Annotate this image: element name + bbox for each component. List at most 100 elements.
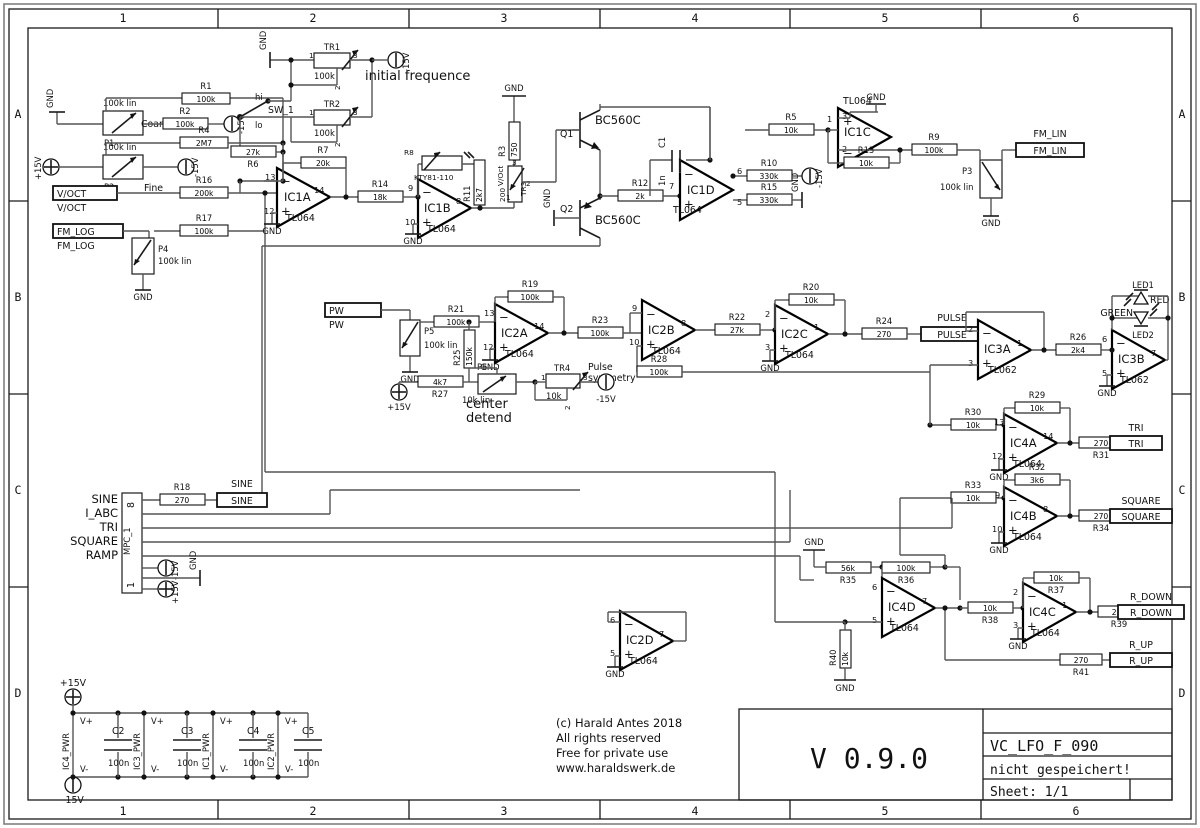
R13-value: 10k — [859, 159, 874, 168]
potentiometer-P4[interactable]: P4 100k lin GND — [131, 237, 191, 302]
IC3PWR-ref: IC3_PWR — [132, 733, 142, 770]
R31-ref: R31 — [1093, 450, 1109, 460]
col-top-4: 4 — [692, 11, 699, 25]
gnd-label-R3: GND — [504, 83, 523, 93]
IC1A-pin14: 14 — [314, 185, 324, 195]
MPC1-pin8: 8 — [126, 502, 137, 508]
conn-pin-IABC: I_ABC — [85, 506, 118, 520]
trimmer-TR4[interactable]: TR4 10k 1 3 2 Pulse symmetry — [534, 362, 636, 410]
IC4C-pin1: 1 — [1062, 600, 1067, 610]
opamp-IC4B: IC4B TL064 − + 9 10 8 GND — [989, 485, 1060, 555]
potentiometer-P5[interactable]: P5 100k lin GND — [399, 319, 457, 384]
port-RUP[interactable]: R_UP R_UP — [1109, 640, 1173, 668]
R37-ref: R37 — [1048, 585, 1064, 595]
port-RDOWN[interactable]: R_DOWN R_DOWN — [1117, 592, 1185, 620]
trimmer-TR1[interactable]: TR1 100k 1 3 2 — [291, 42, 372, 90]
port-SQUARE[interactable]: SQUARE SQUARE — [1109, 496, 1173, 524]
trimmer-TR2[interactable]: TR2 100k 1 3 2 — [290, 99, 372, 147]
potentiometer-P3[interactable]: P3 100k lin GND — [940, 149, 1016, 228]
gnd-label-Q2: GND — [542, 189, 552, 208]
IC1B-pin8: 8 — [456, 196, 461, 206]
LED2-color: GREEN — [1100, 308, 1133, 319]
gnd-P1: GND — [45, 89, 103, 125]
col-bot-3: 3 — [501, 804, 508, 818]
R14-value: 18k — [373, 193, 388, 202]
P3-value: 100k lin — [940, 182, 973, 192]
IC1B-pos: + — [422, 215, 432, 229]
port-PULSE[interactable]: PULSE PULSE — [920, 313, 984, 342]
gnd-label-R15: GND — [790, 173, 800, 192]
IC2C-pos: + — [779, 341, 789, 355]
port-TRI[interactable]: TRI TRI — [1109, 423, 1163, 451]
row-right-C: C — [1179, 483, 1186, 497]
resistor-R2: 100k R2 — [162, 106, 224, 130]
TR4-pin1: 1 — [541, 373, 546, 382]
conn-pin-RAMP: RAMP — [86, 548, 118, 562]
resistor-R6: 27k R6 — [230, 145, 283, 169]
gnd-label-P1: GND — [45, 89, 55, 108]
connector-MPC1[interactable]: 8 1 MPC_1 SINE I_ABC TRI SQUARE RAMP -15… — [70, 489, 952, 604]
center-label-2: detend — [466, 411, 512, 426]
copyright-line-2: All rights reserved — [556, 731, 661, 745]
IC4D-pin7: 7 — [922, 596, 927, 606]
IC3PWR-vminus: V- — [151, 764, 159, 774]
opamp-IC2D: IC2D TL064 − + 6 5 7 GND — [605, 609, 687, 679]
resistor-R9: 100k R9 — [911, 132, 980, 156]
IC3B-ref: IC3B — [1118, 352, 1145, 366]
TR1-value: 100k — [314, 71, 335, 81]
P4-value: 100k lin — [158, 256, 191, 266]
IC1A-pos: + — [281, 204, 291, 218]
R15-value: 330k — [760, 196, 779, 205]
IC1B-ref: IC1B — [424, 201, 451, 215]
C1-ref: C1 — [657, 137, 667, 148]
IC4C-pin2: 2 — [1013, 587, 1018, 597]
row-right-B: B — [1179, 290, 1186, 304]
R6-value: 27k — [246, 148, 261, 157]
R17-ref: R17 — [196, 213, 212, 223]
R1-value: 100k — [197, 95, 216, 104]
IC4B-pin9: 9 — [995, 490, 1000, 500]
row-left-C: C — [15, 483, 22, 497]
conn-pin-SINE: SINE — [91, 492, 118, 506]
col-top-2: 2 — [310, 11, 317, 25]
C5-ref: C5 — [302, 726, 315, 737]
IC2D-pin7: 7 — [659, 629, 664, 639]
C3-value: 100n — [177, 758, 198, 768]
IC4D-pin5: 5 — [872, 615, 877, 625]
IC4A-ref: IC4A — [1010, 436, 1037, 450]
P3-ref: P3 — [962, 166, 972, 176]
R23-value: 100k — [591, 329, 610, 338]
IC4PWR-vplus: V+ — [80, 716, 93, 726]
IC4A-pin14: 14 — [1043, 431, 1053, 441]
TR1-ref: TR1 — [323, 42, 340, 52]
R7-ref: R7 — [317, 145, 328, 155]
gnd-label-TR1: GND — [258, 31, 268, 50]
IC1PWR-vminus: V- — [220, 764, 228, 774]
gnd-label-IC1A: GND — [262, 226, 281, 236]
power-block-IC1: IC1_PWR V+ V- — [201, 710, 233, 780]
power-block-IC2: IC2_PWR V+ V- — [266, 710, 298, 780]
row-left-B: B — [15, 290, 22, 304]
IC2A-pin12: 12 — [483, 342, 493, 352]
resistor-R23: 100k R23 — [577, 315, 642, 339]
IC4C-pos: + — [1027, 619, 1037, 633]
capacitor-C4: C4 100n — [239, 710, 267, 780]
port-PW[interactable]: PW PW — [324, 302, 411, 331]
IC2D-ref: IC2D — [626, 633, 654, 647]
IC2B-ref: IC2B — [648, 323, 675, 337]
R5-ref: R5 — [785, 112, 796, 122]
power-supply-block: +15V -15V IC4_PWR V+ V- C2 100n IC3_PWR … — [60, 678, 322, 806]
row-left-D: D — [15, 686, 22, 700]
TR3-pin2: 2 — [526, 179, 531, 188]
IC2PWR-vplus: V+ — [285, 716, 298, 726]
port-SINE-label: SINE — [231, 496, 253, 507]
port-FMLIN[interactable]: FM_LIN FM_LIN — [1015, 129, 1085, 158]
IC2A-neg: − — [499, 310, 509, 324]
project-name: VC_LFO_F_090 — [990, 737, 1098, 755]
led-LED2: LED2 GREEN — [1100, 302, 1168, 340]
initial-frequence-label: initial frequence — [365, 69, 470, 84]
conn-rail-gnd: GND — [188, 551, 198, 570]
port-RDOWN-label: R_DOWN — [1130, 608, 1172, 619]
port-SINE[interactable]: SINE SINE — [216, 479, 268, 508]
R6-ref: R6 — [247, 159, 258, 169]
